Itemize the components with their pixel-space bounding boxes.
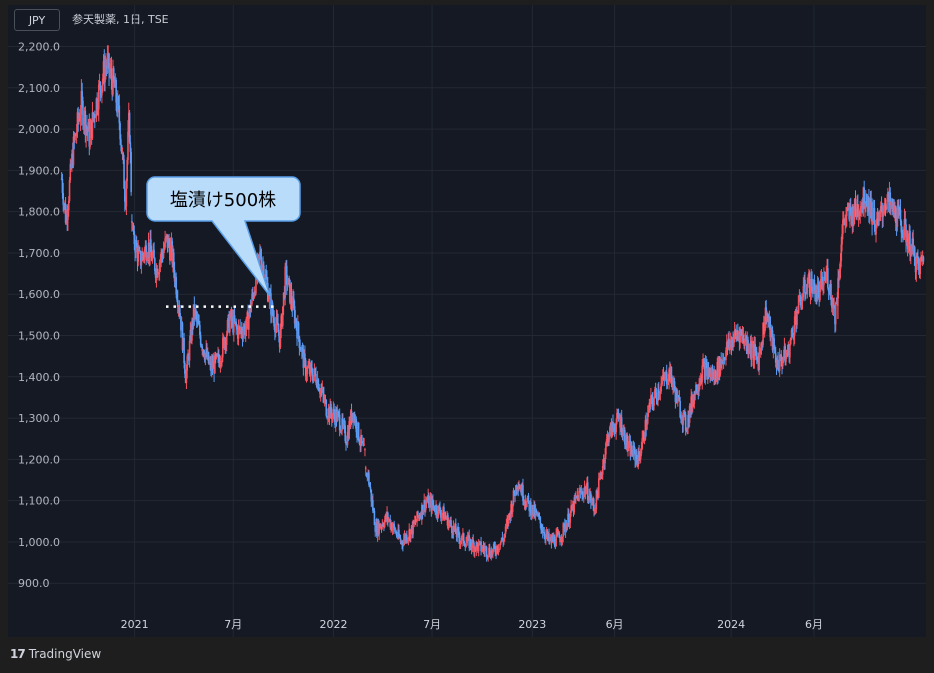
candle-body: [834, 302, 837, 325]
candle-body: [229, 317, 231, 332]
y-tick-label: 1,000.0: [18, 536, 60, 549]
candle-body: [653, 397, 655, 406]
candle-body: [655, 392, 658, 399]
candle-body: [357, 422, 360, 441]
y-tick-label: 1,200.0: [18, 453, 60, 466]
candle-body: [278, 332, 280, 337]
y-tick-label: 1,300.0: [18, 412, 60, 425]
candle-body: [802, 285, 805, 298]
y-tick-label: 1,400.0: [18, 371, 60, 384]
candle-body: [245, 316, 248, 329]
y-tick-label: 1,800.0: [18, 206, 60, 219]
x-tick-label: 2022: [319, 618, 347, 631]
y-tick-label: 2,100.0: [18, 82, 60, 95]
candle-body: [758, 353, 760, 370]
candle-body: [624, 429, 626, 445]
brand-name: TradingView: [28, 647, 102, 661]
candle-body: [153, 249, 155, 259]
candle-body: [796, 311, 798, 325]
y-tick-label: 1,600.0: [18, 288, 60, 301]
candle-body: [186, 356, 189, 371]
candle-body: [527, 495, 530, 502]
candle-body: [179, 312, 181, 317]
candle-body: [465, 542, 467, 547]
candle-body: [89, 129, 91, 147]
x-tick-label: 7月: [224, 618, 242, 631]
candle-body: [450, 520, 452, 526]
candle-body: [804, 279, 806, 294]
y-tick-label: 1,700.0: [18, 247, 60, 260]
x-tick-label: 2021: [121, 618, 149, 631]
candle-body: [913, 247, 916, 266]
candle-body: [755, 351, 758, 358]
candle-body: [751, 347, 753, 359]
candle-body: [130, 151, 132, 193]
candle-body: [627, 441, 630, 448]
candle-body: [827, 268, 829, 288]
candle-body: [288, 278, 290, 280]
candle-body: [363, 444, 365, 446]
y-tick-label: 1,900.0: [18, 164, 60, 177]
candle-body: [797, 295, 800, 313]
y-tick-label: 1,100.0: [18, 495, 60, 508]
price-chart[interactable]: 2,200.0 2,100.0 2,000.0 1,900.0 1,800.0 1,700…: [0, 0, 934, 640]
candle-body: [306, 367, 309, 375]
candle-body: [364, 449, 366, 451]
candle-body: [120, 139, 122, 146]
candle-body: [118, 105, 121, 124]
candle-body: [355, 419, 358, 433]
candle-body: [99, 82, 102, 90]
candle-body: [97, 84, 100, 110]
candle-body: [899, 209, 902, 222]
candle-body: [922, 256, 925, 262]
x-tick-label: 6月: [805, 618, 823, 631]
candle-body: [535, 510, 538, 513]
candle-body: [597, 478, 600, 498]
footer-branding: 17 TradingView: [10, 647, 101, 661]
candle-body: [789, 344, 791, 358]
candle-body: [233, 315, 236, 323]
x-tick-label: 2023: [518, 618, 546, 631]
candle-body: [915, 256, 918, 273]
candle-body: [137, 249, 140, 262]
candle-body: [369, 487, 372, 490]
callout-text: 塩漬け500株: [170, 190, 276, 211]
candle-body: [875, 227, 877, 235]
candle-body: [143, 249, 146, 258]
candle-body: [183, 337, 185, 363]
candle-body: [140, 261, 143, 266]
candle-body: [364, 467, 367, 470]
candle-body: [660, 383, 662, 392]
x-tick-label: 2024: [717, 618, 745, 631]
candle-body: [778, 354, 781, 371]
candle-body: [221, 337, 224, 358]
y-tick-label: 2,000.0: [18, 123, 60, 136]
y-tick-label: 1,500.0: [18, 330, 60, 343]
candle-body: [714, 370, 717, 381]
y-tick-label: 2,200.0: [18, 41, 60, 54]
y-tick-label: 900.0: [18, 577, 50, 590]
candle-body: [68, 180, 71, 201]
candle-body: [225, 334, 228, 346]
candle-body: [539, 517, 542, 524]
tradingview-logo-icon: 17: [10, 647, 26, 661]
x-tick-label: 7月: [423, 618, 441, 631]
candle-body: [884, 203, 887, 207]
x-tick-label: 6月: [606, 618, 624, 631]
candle-body: [188, 340, 191, 361]
candle-body: [297, 322, 300, 337]
candle-body: [813, 279, 816, 286]
